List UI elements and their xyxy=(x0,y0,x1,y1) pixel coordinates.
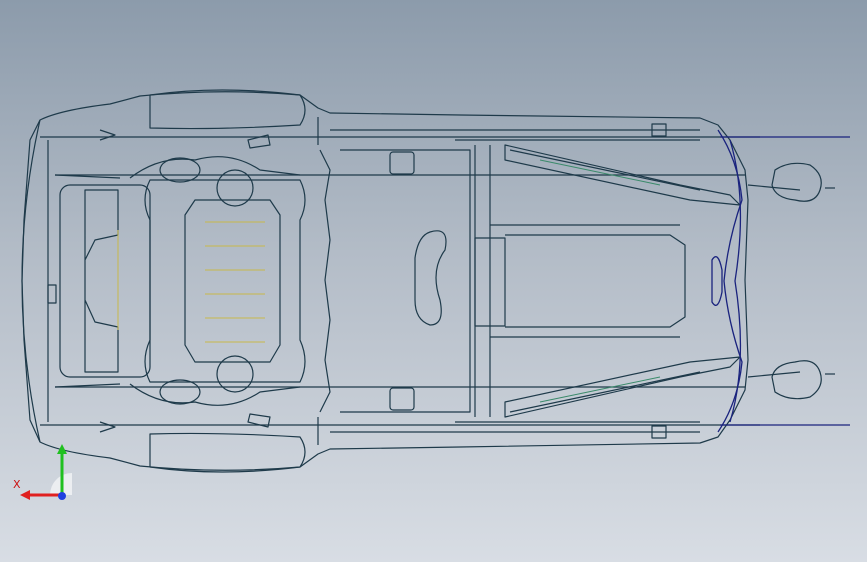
graphics-viewport[interactable]: X xyxy=(0,0,867,562)
rear-right-lamp xyxy=(771,360,822,400)
x-axis-label: X xyxy=(13,478,21,491)
rear-left-lamp xyxy=(771,162,822,202)
front-footwell xyxy=(59,184,151,378)
z-axis-dot xyxy=(58,492,66,500)
coordinate-triad: X xyxy=(13,444,72,500)
left-wheel-arch-bottom xyxy=(149,432,306,473)
seat-floor-panel xyxy=(144,179,306,383)
left-wheel-arch-top xyxy=(149,89,306,130)
car-body-wireframe-model[interactable] xyxy=(0,0,867,562)
center-cutout xyxy=(414,230,447,326)
center-tunnel xyxy=(319,149,331,413)
body-outline xyxy=(21,91,749,471)
front-bumper xyxy=(21,119,41,443)
